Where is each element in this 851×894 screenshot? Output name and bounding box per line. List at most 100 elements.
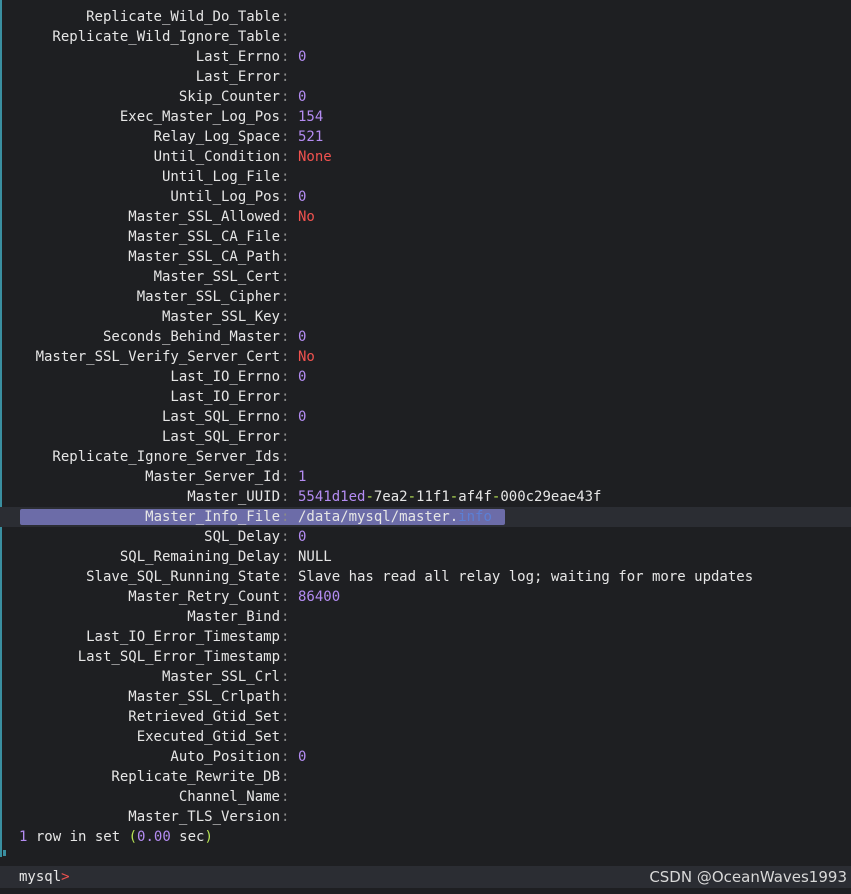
field-name: Master_SSL_CA_File [128, 229, 280, 245]
field-row: Last_IO_Error_Timestamp: [0, 627, 851, 647]
field-value: None [298, 149, 332, 165]
field-name: Until_Log_Pos [170, 189, 280, 205]
field-row: Slave_SQL_Running_State: Slave has read a… [0, 567, 851, 587]
field-value: 0 [298, 329, 307, 345]
field-row: Master_SSL_Allowed: No [0, 207, 851, 227]
field-colon: : [281, 149, 290, 165]
field-row: Master_SSL_Cipher: [0, 287, 851, 307]
field-name: Last_SQL_Error_Timestamp [77, 649, 280, 665]
field-colon: : [281, 449, 290, 465]
field-name: Until_Log_File [161, 169, 280, 185]
field-value: 521 [298, 129, 324, 145]
field-row: Channel_Name: [0, 787, 851, 807]
field-row: Master_SSL_CA_File: [0, 227, 851, 247]
field-name: Seconds_Behind_Master [102, 329, 280, 345]
value-segment: af4f [458, 489, 492, 505]
value-segment: /data/mysql/master. [298, 509, 459, 525]
field-name: Master_SSL_Verify_Server_Cert [35, 349, 280, 365]
field-row: Relay_Log_Space:521 [0, 127, 851, 147]
field-value: 154 [298, 109, 324, 125]
field-name: Last_IO_Errno [170, 369, 280, 385]
field-value: /data/mysql/master.info [298, 507, 492, 527]
mysql-prompt[interactable]: mysql> [19, 867, 70, 887]
field-colon: : [281, 89, 290, 105]
value-segment: info [458, 509, 492, 525]
field-colon: : [281, 689, 290, 705]
field-row: Executed_Gtid_Set: [0, 727, 851, 747]
field-name: Last_Errno [195, 49, 280, 65]
field-colon: : [281, 649, 290, 665]
field-name: Master_Bind [187, 609, 280, 625]
field-row: Skip_Counter:0 [0, 87, 851, 107]
field-name: Last_SQL_Errno [161, 409, 280, 425]
field-colon: : [281, 289, 290, 305]
field-value: 0 [298, 409, 307, 425]
field-colon: : [281, 209, 290, 225]
field-colon: : [281, 529, 290, 545]
value-segment: 5541d1ed [298, 489, 366, 505]
field-name: Skip_Counter [178, 89, 280, 105]
field-row: Last_Errno:0 [0, 47, 851, 67]
terminal-window[interactable]: Replicate_Wild_Do_Table: Replicate_Wild_I… [0, 0, 851, 894]
field-name: Last_IO_Error [170, 389, 280, 405]
field-name: Last_SQL_Error [161, 429, 280, 445]
value-segment: - [449, 489, 459, 505]
field-name: Replicate_Wild_Do_Table [86, 9, 280, 25]
field-colon: : [281, 809, 290, 825]
field-name: Last_Error [195, 69, 280, 85]
field-name: Replicate_Wild_Ignore_Table [52, 29, 280, 45]
field-value: 86400 [298, 589, 341, 605]
field-row: Seconds_Behind_Master:0 [0, 327, 851, 347]
field-row: Master_SSL_Verify_Server_Cert: No [0, 347, 851, 367]
field-colon: : [281, 629, 290, 645]
field-value: 0 [298, 189, 307, 205]
field-name: Executed_Gtid_Set [136, 729, 280, 745]
field-row: Exec_Master_Log_Pos:154 [0, 107, 851, 127]
field-row: Master_SSL_Crlpath: [0, 687, 851, 707]
field-colon: : [281, 369, 290, 385]
field-name: Master_Retry_Count [128, 589, 280, 605]
field-colon: : [281, 709, 290, 725]
field-row: Last_SQL_Errno:0 [0, 407, 851, 427]
field-row: Last_Error: [0, 67, 851, 87]
field-colon: : [281, 569, 290, 585]
field-name: Master_SSL_Cert [153, 269, 280, 285]
field-colon: : [281, 729, 290, 745]
field-row: Until_Log_Pos:0 [0, 187, 851, 207]
time-unit: sec [170, 829, 205, 845]
field-colon: : [281, 409, 290, 425]
field-name: Master_Info_File [145, 509, 280, 525]
result-summary: 1 row in set (0.00 sec) [19, 827, 213, 847]
value-segment: 11f1 [416, 489, 450, 505]
field-colon: : [281, 789, 290, 805]
field-name: SQL_Remaining_Delay [119, 549, 280, 565]
field-colon: : [281, 9, 290, 25]
field-colon: : [281, 509, 290, 525]
field-name: Master_Server_Id [145, 469, 280, 485]
field-row: Master_Retry_Count:86400 [0, 587, 851, 607]
field-row: Master_TLS_Version: [0, 807, 851, 827]
field-colon: : [281, 249, 290, 265]
field-row: Last_IO_Error: [0, 387, 851, 407]
field-name: Relay_Log_Space [153, 129, 280, 145]
field-name: Master_SSL_CA_Path [128, 249, 280, 265]
field-colon: : [281, 49, 290, 65]
field-colon: : [281, 609, 290, 625]
value-segment: - [365, 489, 374, 505]
watermark: CSDN @OceanWaves1993 [649, 868, 847, 886]
field-row: SQL_Remaining_Delay: NULL [0, 547, 851, 567]
field-name: Channel_Name [178, 789, 280, 805]
field-colon: : [281, 769, 290, 785]
query-output: Replicate_Wild_Do_Table: Replicate_Wild_I… [0, 7, 851, 827]
field-colon: : [281, 189, 290, 205]
field-row: Replicate_Wild_Do_Table: [0, 7, 851, 27]
field-name: Master_SSL_Allowed [128, 209, 280, 225]
field-row: Last_SQL_Error: [0, 427, 851, 447]
field-colon: : [281, 669, 290, 685]
field-row: SQL_Delay:0 [0, 527, 851, 547]
field-colon: : [281, 29, 290, 45]
field-name: Master_SSL_Crlpath [128, 689, 280, 705]
field-row: Master_UUID:5541d1ed-7ea2-11f1-af4f-000c… [0, 487, 851, 507]
field-value: No [298, 349, 315, 365]
field-value: 1 [298, 469, 307, 485]
